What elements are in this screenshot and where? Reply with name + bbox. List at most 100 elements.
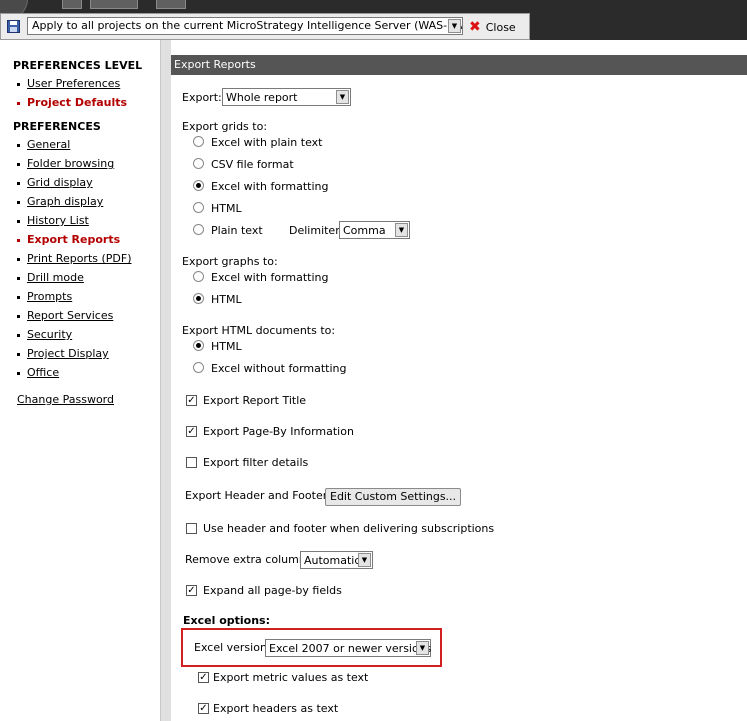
export-filter-checkbox[interactable] [186, 457, 197, 468]
nav-item-history-list[interactable]: History List [17, 214, 89, 227]
nav-link[interactable]: Project Display [27, 347, 109, 360]
grid-option-label: Plain text [211, 224, 263, 237]
nav-link[interactable]: Grid display [27, 176, 93, 189]
grid-radio-excel-plain[interactable] [193, 136, 204, 147]
nav-item-drill-mode[interactable]: Drill mode [17, 271, 84, 284]
change-password-text[interactable]: Change Password [17, 393, 114, 406]
apply-scope-value: Apply to all projects on the current Mic… [32, 19, 463, 32]
graph-option-label: Excel with formatting [211, 271, 329, 284]
chevron-down-icon[interactable]: ▼ [395, 223, 408, 237]
grid-radio-csv[interactable] [193, 158, 204, 169]
apply-scope-select[interactable]: Apply to all projects on the current Mic… [27, 17, 463, 35]
nav-link[interactable]: Drill mode [27, 271, 84, 284]
bullet-icon [17, 333, 20, 337]
nav-link[interactable]: Prompts [27, 290, 72, 303]
nav-link[interactable]: Security [27, 328, 72, 341]
nav-item-user-preferences[interactable]: User Preferences [17, 77, 120, 90]
edit-custom-settings-button[interactable]: Edit Custom Settings... [325, 488, 462, 506]
bullet-icon [17, 276, 20, 280]
export-page-by-checkbox[interactable]: ✓ [186, 426, 197, 437]
preferences-level-heading: PREFERENCES LEVEL [13, 59, 143, 72]
nav-item-project-defaults[interactable]: Project Defaults [17, 96, 127, 109]
chevron-down-icon[interactable]: ▼ [336, 90, 349, 104]
nav-link[interactable]: Graph display [27, 195, 103, 208]
bullet-icon [17, 352, 20, 356]
toolbar-button[interactable] [62, 0, 82, 9]
change-password-link[interactable]: Change Password [17, 393, 114, 406]
grid-option-label: CSV file format [211, 158, 294, 171]
export-select[interactable]: Whole report ▼ [222, 88, 351, 106]
bullet-icon [17, 162, 20, 166]
nav-item-project-display[interactable]: Project Display [17, 347, 109, 360]
nav-item-folder-browsing[interactable]: Folder browsing [17, 157, 114, 170]
use-header-footer-checkbox[interactable] [186, 523, 197, 534]
export-page-by-label: Export Page-By Information [203, 425, 354, 438]
app-top-bar [0, 0, 747, 20]
grid-radio-plain-text[interactable] [193, 224, 204, 235]
docs-heading: Export HTML documents to: [182, 324, 336, 337]
close-label: Close [485, 20, 516, 34]
grid-radio-excel-formatting[interactable] [193, 180, 204, 191]
nav-link[interactable]: History List [27, 214, 89, 227]
nav-item-graph-display[interactable]: Graph display [17, 195, 103, 208]
remove-extra-select[interactable]: Automatic ▼ [300, 551, 373, 569]
export-filter-label: Export filter details [203, 456, 309, 469]
grids-heading: Export grids to: [182, 120, 268, 133]
nav-link[interactable]: Office [27, 366, 59, 379]
bullet-icon [17, 200, 20, 204]
toolbar-button[interactable] [90, 0, 138, 9]
nav-item-grid-display[interactable]: Grid display [17, 176, 93, 189]
excel-version-label: Excel version: [194, 641, 271, 654]
excel-version-select[interactable]: Excel 2007 or newer versions ▼ [265, 639, 431, 657]
nav-item-office[interactable]: Office [17, 366, 59, 379]
nav-link[interactable]: Export Reports [27, 233, 120, 246]
nav-link[interactable]: Folder browsing [27, 157, 114, 170]
grid-option-label: HTML [211, 202, 242, 215]
grid-radio-html[interactable] [193, 202, 204, 213]
graph-radio-html[interactable] [193, 293, 204, 304]
bullet-icon [17, 295, 20, 299]
left-nav: PREFERENCES LEVEL User Preferences Proje… [0, 40, 160, 721]
delimiter-select[interactable]: Comma ▼ [339, 221, 410, 239]
export-metric-text-label: Export metric values as text [213, 671, 369, 684]
nav-link[interactable]: Print Reports (PDF) [27, 252, 132, 265]
save-icon[interactable] [7, 20, 20, 33]
bullet-icon [17, 101, 20, 105]
chevron-down-icon[interactable]: ▼ [358, 553, 371, 567]
nav-link[interactable]: Report Services [27, 309, 113, 322]
export-report-title-label: Export Report Title [203, 394, 307, 407]
nav-item-security[interactable]: Security [17, 328, 72, 341]
nav-link[interactable]: User Preferences [27, 77, 120, 90]
expand-page-by-checkbox[interactable]: ✓ [186, 585, 197, 596]
bullet-icon [17, 371, 20, 375]
doc-radio-html[interactable] [193, 340, 204, 351]
nav-item-report-services[interactable]: Report Services [17, 309, 113, 322]
pane-divider[interactable] [160, 40, 171, 721]
bullet-icon [17, 257, 20, 261]
export-metric-text-checkbox[interactable]: ✓ [198, 672, 209, 683]
doc-radio-excel-without-formatting[interactable] [193, 362, 204, 373]
doc-option-label: Excel without formatting [211, 362, 347, 375]
chevron-down-icon[interactable]: ▼ [448, 19, 461, 33]
nav-link[interactable]: General [27, 138, 70, 151]
close-button[interactable]: ✖ Close [469, 18, 516, 36]
nav-item-print-reports[interactable]: Print Reports (PDF) [17, 252, 132, 265]
delimiter-label: Delimiter: [289, 224, 344, 237]
top-bar-fill [530, 13, 747, 40]
chevron-down-icon[interactable]: ▼ [416, 641, 429, 655]
nav-item-general[interactable]: General [17, 138, 70, 151]
export-headers-text-checkbox[interactable]: ✓ [198, 703, 209, 714]
nav-item-prompts[interactable]: Prompts [17, 290, 72, 303]
nav-link[interactable]: Project Defaults [27, 96, 127, 109]
toolbar-button[interactable] [156, 0, 186, 9]
export-report-title-checkbox[interactable]: ✓ [186, 395, 197, 406]
nav-item-export-reports[interactable]: Export Reports [17, 233, 120, 246]
graph-radio-excel-formatting[interactable] [193, 271, 204, 282]
grid-option-label: Excel with formatting [211, 180, 329, 193]
bullet-icon [17, 219, 20, 223]
graph-option-label: HTML [211, 293, 242, 306]
export-label: Export: [182, 91, 222, 104]
bullet-icon [17, 143, 20, 147]
excel-options-heading: Excel options: [183, 614, 270, 627]
apply-bar: Apply to all projects on the current Mic… [0, 13, 530, 40]
